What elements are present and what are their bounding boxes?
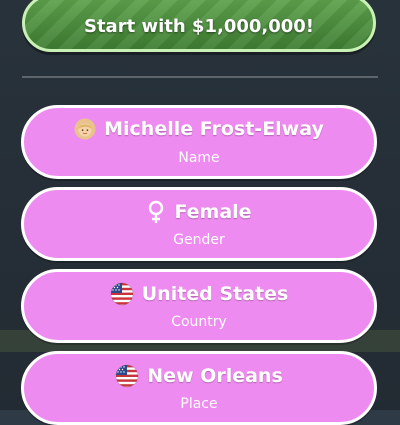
start-with-money-button[interactable]: Start with $1,000,000!: [22, 0, 376, 52]
name-field-row: Michelle Frost-Elway: [24, 118, 374, 140]
gender-field-row: Female: [24, 200, 374, 224]
place-value: New Orleans: [147, 365, 283, 387]
name-caption: Name: [178, 150, 220, 166]
us-flag-icon: [110, 282, 134, 306]
name-field-button[interactable]: Michelle Frost-Elway Name: [21, 105, 377, 179]
gender-field-button[interactable]: Female Gender: [21, 187, 377, 261]
country-caption: Country: [171, 314, 227, 330]
start-button-label: Start with $1,000,000!: [83, 15, 315, 37]
country-value: United States: [141, 283, 289, 305]
country-field-button[interactable]: United States Country: [21, 269, 377, 343]
us-flag-icon: [115, 364, 139, 388]
place-field-row: New Orleans: [24, 364, 374, 388]
country-field-row: United States: [24, 282, 374, 306]
divider: [22, 76, 378, 78]
place-field-button[interactable]: New Orleans Place: [21, 351, 377, 425]
name-value: Michelle Frost-Elway: [104, 118, 324, 140]
female-symbol-icon: [146, 200, 166, 224]
person-emoji-icon: [74, 118, 96, 140]
gender-caption: Gender: [173, 232, 225, 248]
gender-value: Female: [174, 201, 252, 223]
